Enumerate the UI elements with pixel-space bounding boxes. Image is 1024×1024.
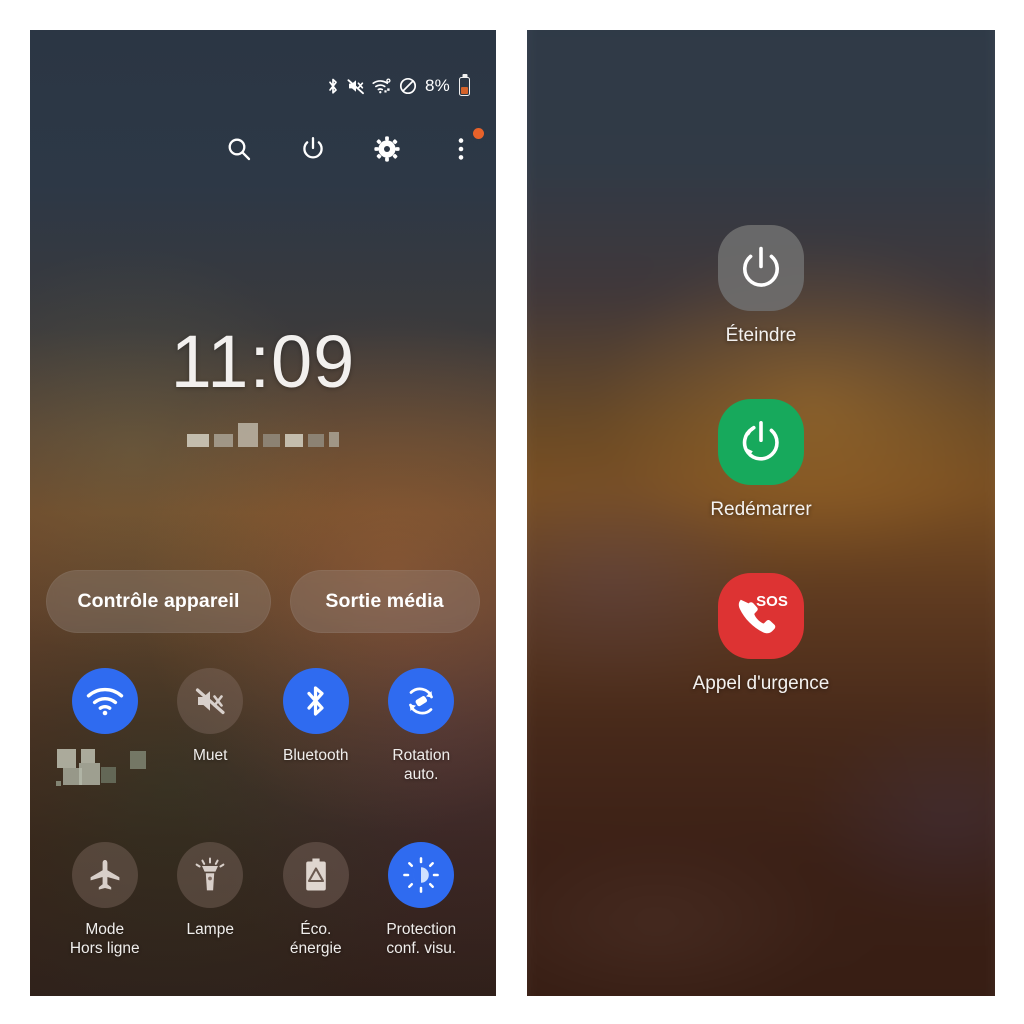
toggle-mute-label: Muet [193, 747, 228, 764]
quick-panel-toolbar [222, 128, 484, 168]
restart-icon [718, 399, 804, 485]
svg-text:SOS: SOS [756, 593, 788, 610]
emergency-call-label: Appel d'urgence [692, 673, 830, 694]
toggle-eye-comfort[interactable]: Protection conf. visu. [369, 842, 475, 958]
mute-icon [347, 77, 365, 95]
airplane-icon [71, 842, 138, 908]
power-off-label: Éteindre [725, 325, 797, 346]
battery-icon [459, 76, 470, 96]
quick-toggle-row-1: Muet Bluetooth Rotation auto. [52, 668, 474, 789]
notification-badge [473, 128, 484, 139]
auto-rotate-icon [388, 668, 455, 734]
status-bar: 8% [326, 76, 470, 96]
restart-item[interactable]: Redémarrer [710, 399, 812, 521]
media-output-button[interactable]: Sortie média [289, 570, 480, 633]
quick-settings-panel: 8% 11:09 Contrôle appareil Sortie média … [30, 30, 496, 996]
power-menu-panel: Éteindre Redémarrer SOS Appel d'urgence [527, 30, 995, 996]
toggle-auto-rotate[interactable]: Rotation auto. [369, 668, 475, 789]
toggle-power-saving-label: Éco. énergie [289, 921, 342, 958]
more-options-button[interactable] [444, 128, 484, 168]
restart-label: Redémarrer [710, 499, 812, 520]
toggle-wifi[interactable] [52, 668, 158, 789]
toggle-flashlight-label: Lampe [186, 921, 234, 938]
power-icon [299, 135, 327, 168]
power-menu-list: Éteindre Redémarrer SOS Appel d'urgence [527, 225, 995, 695]
toggle-flashlight[interactable]: Lampe [158, 842, 264, 958]
pill-button-row: Contrôle appareil Sortie média [30, 570, 496, 633]
eye-comfort-icon [388, 842, 455, 908]
bluetooth-icon [326, 77, 340, 96]
battery-saver-icon [282, 842, 349, 908]
clock-time: 11:09 [170, 320, 356, 403]
search-icon [225, 135, 253, 168]
toggle-power-saving[interactable]: Éco. énergie [263, 842, 369, 958]
wifi-network-name-redacted [53, 747, 157, 789]
toggle-eye-comfort-label: Protection conf. visu. [386, 921, 457, 958]
flashlight-icon [177, 842, 244, 908]
search-button[interactable] [222, 134, 256, 168]
lockscreen-clock-area: 11:09 [30, 325, 496, 447]
battery-percent-label: 8% [425, 76, 450, 95]
date-redacted [187, 421, 339, 447]
settings-button[interactable] [370, 134, 404, 168]
wifi-calling-icon [372, 77, 392, 95]
power-off-item[interactable]: Éteindre [718, 225, 804, 347]
bluetooth-icon [282, 668, 349, 734]
sos-phone-icon: SOS [717, 573, 804, 659]
gear-icon [373, 135, 401, 168]
dnd-icon [399, 77, 417, 95]
power-icon [718, 225, 804, 311]
toggle-bluetooth-label: Bluetooth [283, 747, 349, 764]
toggle-auto-rotate-label: Rotation auto. [392, 747, 451, 784]
power-button[interactable] [296, 134, 330, 168]
toggle-airplane-mode[interactable]: Mode Hors ligne [52, 842, 158, 958]
toggle-mute[interactable]: Muet [158, 668, 264, 789]
device-control-button[interactable]: Contrôle appareil [46, 570, 271, 633]
more-vertical-icon [447, 135, 475, 168]
mute-icon [177, 668, 244, 734]
screenshot-root: 8% 11:09 Contrôle appareil Sortie média … [0, 0, 1024, 1024]
emergency-call-item[interactable]: SOS Appel d'urgence [692, 573, 830, 695]
toggle-airplane-label: Mode Hors ligne [69, 921, 140, 958]
toggle-bluetooth[interactable]: Bluetooth [263, 668, 369, 789]
wifi-icon [71, 668, 138, 734]
quick-toggle-row-2: Mode Hors ligne Lampe Éco. énergie Prote… [52, 842, 474, 958]
